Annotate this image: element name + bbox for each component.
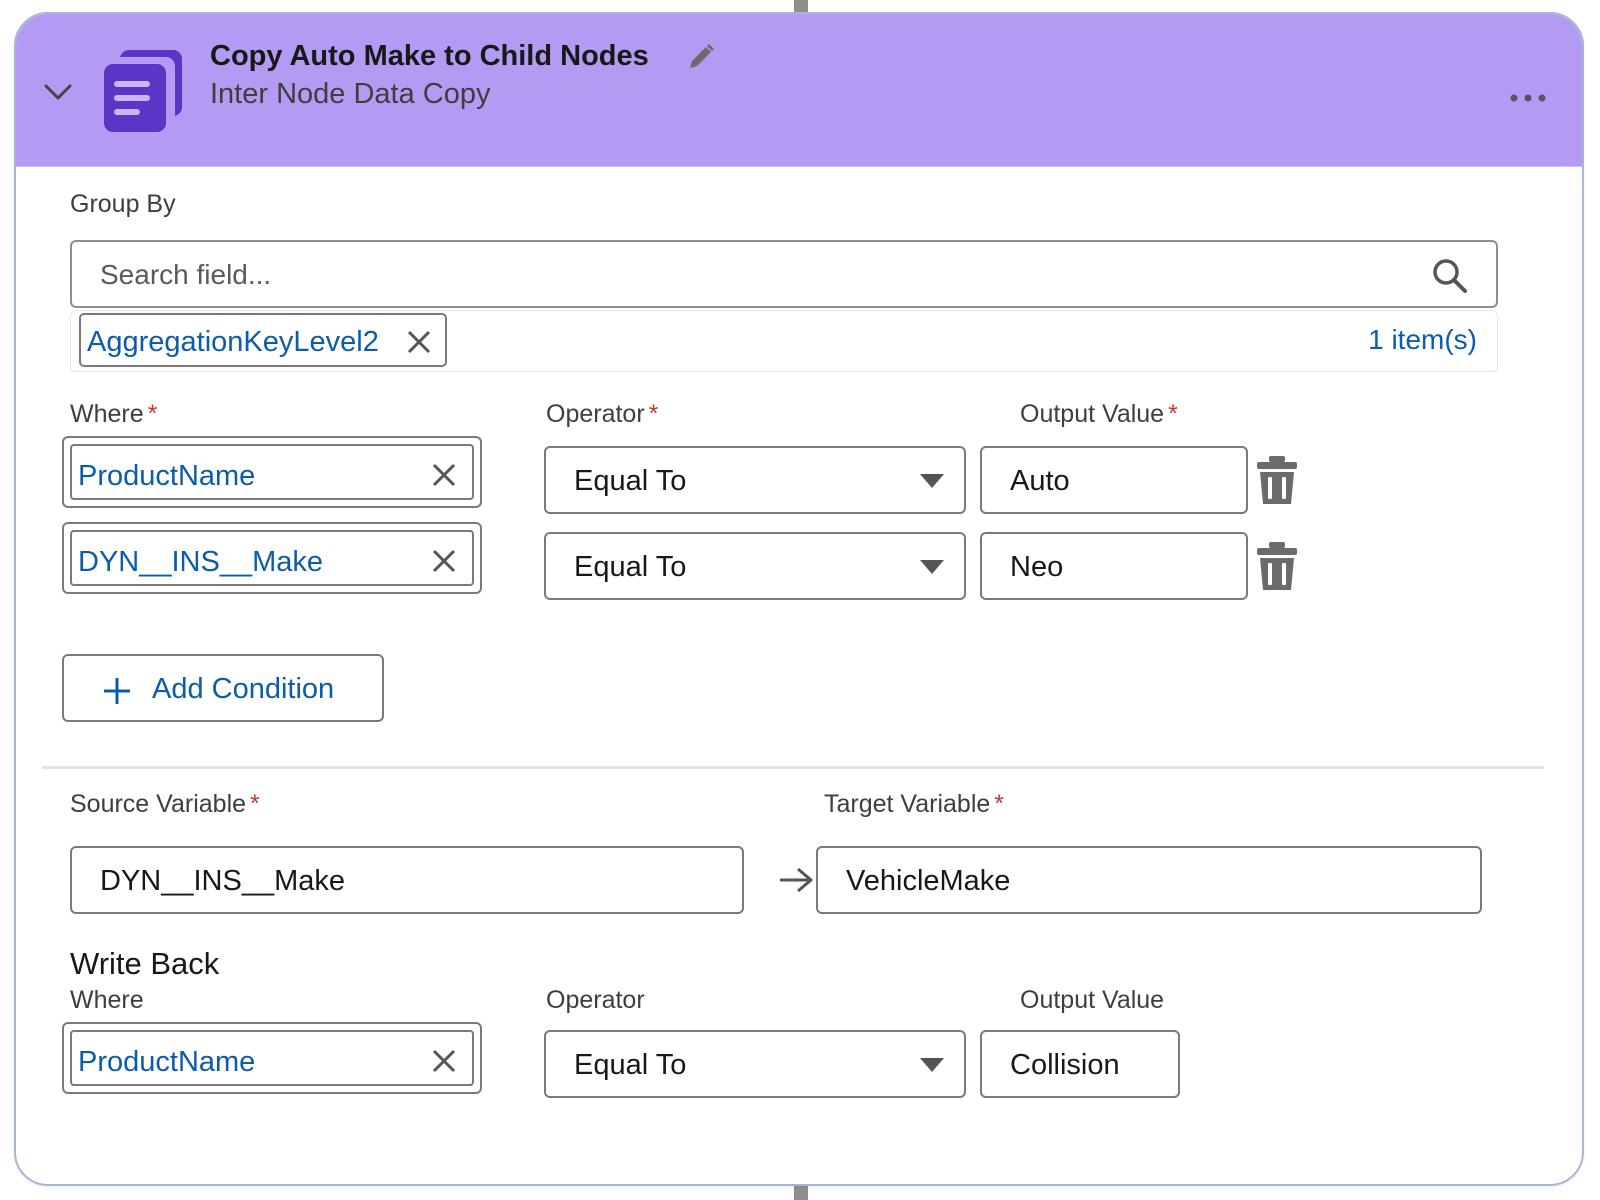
where-field-value: DYN__INS__Make xyxy=(78,546,323,578)
flow-connector-bottom xyxy=(794,1186,808,1200)
operator-selected-value: Equal To xyxy=(574,1049,687,1081)
dropdown-caret-icon xyxy=(920,474,944,488)
target-variable-value: VehicleMake xyxy=(846,865,1011,897)
node-title: Copy Auto Make to Child Nodes xyxy=(210,40,649,72)
operator-selected-value: Equal To xyxy=(574,551,687,583)
add-condition-button[interactable]: Add Condition xyxy=(62,654,384,722)
operator-label: Operator * xyxy=(546,400,659,428)
node-type-subtitle: Inter Node Data Copy xyxy=(210,78,491,110)
section-divider xyxy=(42,766,1544,769)
selected-fields-listbox: AggregationKeyLevel2 1 item(s) xyxy=(70,310,1498,372)
clear-field-icon[interactable] xyxy=(430,461,458,489)
selected-field-pill[interactable]: AggregationKeyLevel2 xyxy=(79,313,447,367)
card-header: Copy Auto Make to Child Nodes Inter Node… xyxy=(16,14,1582,167)
chevron-down-icon[interactable] xyxy=(40,74,76,110)
arrow-right-icon xyxy=(780,867,813,893)
write-back-where-label: Where xyxy=(70,986,144,1014)
clear-field-icon[interactable] xyxy=(430,1047,458,1075)
selected-count: 1 item(s) xyxy=(1368,324,1477,355)
dropdown-caret-icon xyxy=(920,560,944,574)
more-options-icon[interactable] xyxy=(1508,86,1548,110)
write-back-output-label: Output Value xyxy=(1020,986,1165,1014)
write-back-operator-select[interactable]: Equal To xyxy=(544,1030,966,1098)
where-field-value: ProductName xyxy=(78,460,256,492)
output-value-input[interactable]: Neo xyxy=(980,532,1248,600)
where-label: Where * xyxy=(70,400,158,428)
write-back-heading: Write Back xyxy=(70,946,220,981)
required-mark: * xyxy=(648,400,659,428)
output-value-text: Auto xyxy=(1010,465,1070,497)
where-field-lookup[interactable]: DYN__INS__Make xyxy=(62,522,482,594)
operator-selected-value: Equal To xyxy=(574,465,687,497)
clear-field-icon[interactable] xyxy=(430,547,458,575)
target-variable-label: Target Variable * xyxy=(824,790,1005,818)
target-variable-input[interactable]: VehicleMake xyxy=(816,846,1482,914)
copy-documents-icon xyxy=(104,50,182,132)
operator-select[interactable]: Equal To xyxy=(544,446,966,514)
write-back-output-value: Collision xyxy=(1010,1049,1120,1081)
group-by-label: Group By xyxy=(70,190,176,218)
source-variable-label: Source Variable * xyxy=(70,790,260,818)
output-value-input[interactable]: Auto xyxy=(980,446,1248,514)
trash-icon[interactable] xyxy=(1254,454,1300,506)
source-variable-value: DYN__INS__Make xyxy=(100,865,345,897)
output-value-text: Neo xyxy=(1010,551,1064,583)
required-mark: * xyxy=(1168,400,1178,428)
search-placeholder: Search field... xyxy=(100,259,272,290)
pencil-edit-icon[interactable] xyxy=(686,42,716,72)
search-icon[interactable] xyxy=(1430,256,1470,296)
remove-pill-icon[interactable] xyxy=(405,328,433,356)
required-mark: * xyxy=(994,790,1005,818)
required-mark: * xyxy=(147,400,158,428)
dropdown-caret-icon xyxy=(920,1058,944,1072)
inter-node-data-copy-card: Copy Auto Make to Child Nodes Inter Node… xyxy=(14,12,1584,1186)
write-back-operator-label: Operator xyxy=(546,986,645,1014)
trash-icon[interactable] xyxy=(1254,540,1300,592)
flow-connector-top xyxy=(794,0,808,12)
add-condition-label: Add Condition xyxy=(152,673,335,705)
pill-label: AggregationKeyLevel2 xyxy=(87,326,379,358)
required-mark: * xyxy=(250,790,260,818)
write-back-output-input[interactable]: Collision xyxy=(980,1030,1180,1098)
output-value-label: Output Value * xyxy=(1020,400,1178,428)
operator-select[interactable]: Equal To xyxy=(544,532,966,600)
source-variable-input[interactable]: DYN__INS__Make xyxy=(70,846,744,914)
write-back-where-value: ProductName xyxy=(78,1046,256,1078)
write-back-where-lookup[interactable]: ProductName xyxy=(62,1022,482,1094)
plus-icon xyxy=(104,678,130,704)
group-by-search-input[interactable]: Search field... xyxy=(70,240,1498,308)
where-field-lookup[interactable]: ProductName xyxy=(62,436,482,508)
